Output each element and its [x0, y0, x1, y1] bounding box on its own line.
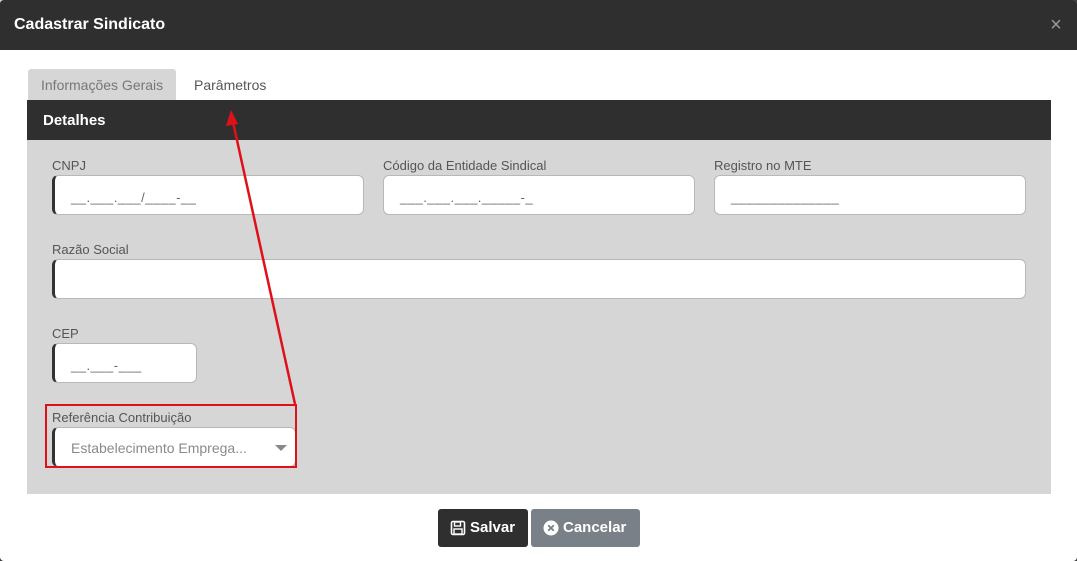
detalhes-panel-header: Detalhes [27, 100, 1051, 140]
razao-social-label: Razão Social [52, 242, 129, 257]
save-button[interactable]: Salvar [438, 509, 528, 547]
modal-title: Cadastrar Sindicato [14, 16, 166, 33]
codigo-entidade-label: Código da Entidade Sindical [383, 158, 547, 173]
codigo-entidade-input[interactable]: ___.___.___._____-_ [383, 175, 695, 215]
cadastrar-sindicato-modal: Cadastrar Sindicato × Informações Gerais… [0, 0, 1077, 561]
cep-value: __.___-___ [71, 358, 142, 373]
save-button-label: Salvar [470, 519, 516, 536]
close-icon[interactable]: × [1047, 15, 1065, 35]
registro-mte-input[interactable]: ______________ [714, 175, 1026, 215]
cnpj-input[interactable]: __.___.___/____-__ [52, 175, 364, 215]
cancel-button[interactable]: Cancelar [531, 509, 640, 547]
modal-header: Cadastrar Sindicato × [0, 0, 1077, 50]
panel-title: Detalhes [43, 112, 106, 129]
cnpj-value: __.___.___/____-__ [71, 190, 197, 205]
codigo-entidade-value: ___.___.___._____-_ [400, 190, 534, 205]
cep-input[interactable]: __.___-___ [52, 343, 197, 383]
razao-social-input[interactable] [52, 259, 1026, 299]
registro-mte-label: Registro no MTE [714, 158, 812, 173]
registro-mte-value: ______________ [731, 190, 840, 205]
annotation-highlight-box [45, 404, 297, 468]
cnpj-label: CNPJ [52, 158, 86, 173]
cep-label: CEP [52, 326, 79, 341]
tab-parametros[interactable]: Parâmetros [181, 69, 279, 100]
floppy-disk-icon [450, 520, 466, 536]
x-circle-icon [543, 520, 559, 536]
tab-informacoes-gerais[interactable]: Informações Gerais [28, 69, 177, 100]
cancel-button-label: Cancelar [563, 519, 627, 536]
